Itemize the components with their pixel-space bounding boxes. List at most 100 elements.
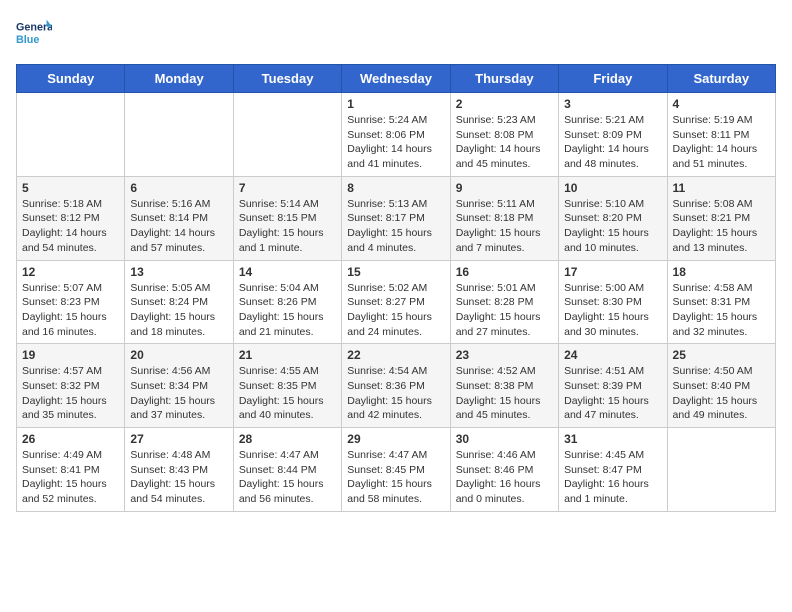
calendar-cell: 28 Sunrise: 4:47 AMSunset: 8:44 PMDayligh… — [233, 428, 341, 512]
calendar-cell: 20 Sunrise: 4:56 AMSunset: 8:34 PMDayligh… — [125, 344, 233, 428]
calendar-cell: 1 Sunrise: 5:24 AMSunset: 8:06 PMDaylight… — [342, 93, 450, 177]
day-number: 13 — [130, 265, 227, 279]
day-number: 28 — [239, 432, 336, 446]
cell-info: Sunrise: 5:18 AMSunset: 8:12 PMDaylight:… — [22, 197, 119, 256]
day-number: 18 — [673, 265, 770, 279]
calendar-cell: 12 Sunrise: 5:07 AMSunset: 8:23 PMDayligh… — [17, 260, 125, 344]
cell-info: Sunrise: 5:14 AMSunset: 8:15 PMDaylight:… — [239, 197, 336, 256]
calendar-cell: 24 Sunrise: 4:51 AMSunset: 8:39 PMDayligh… — [559, 344, 667, 428]
day-number: 16 — [456, 265, 553, 279]
col-header-saturday: Saturday — [667, 65, 775, 93]
day-number: 24 — [564, 348, 661, 362]
day-number: 4 — [673, 97, 770, 111]
cell-info: Sunrise: 5:05 AMSunset: 8:24 PMDaylight:… — [130, 281, 227, 340]
cell-info: Sunrise: 4:46 AMSunset: 8:46 PMDaylight:… — [456, 448, 553, 507]
calendar-cell: 11Sunrise: 5:08 AMSunset: 8:21 PMDayligh… — [667, 176, 775, 260]
day-number: 25 — [673, 348, 770, 362]
week-row-4: 19 Sunrise: 4:57 AMSunset: 8:32 PMDayligh… — [17, 344, 776, 428]
calendar-cell: 6 Sunrise: 5:16 AMSunset: 8:14 PMDaylight… — [125, 176, 233, 260]
cell-info: Sunrise: 4:52 AMSunset: 8:38 PMDaylight:… — [456, 364, 553, 423]
calendar-cell: 18 Sunrise: 4:58 AMSunset: 8:31 PMDayligh… — [667, 260, 775, 344]
cell-info: Sunrise: 4:45 AMSunset: 8:47 PMDaylight:… — [564, 448, 661, 507]
cell-info: Sunrise: 5:16 AMSunset: 8:14 PMDaylight:… — [130, 197, 227, 256]
calendar-cell: 16Sunrise: 5:01 AMSunset: 8:28 PMDayligh… — [450, 260, 558, 344]
day-number: 22 — [347, 348, 444, 362]
calendar-cell: 10 Sunrise: 5:10 AMSunset: 8:20 PMDayligh… — [559, 176, 667, 260]
cell-info: Sunrise: 5:00 AMSunset: 8:30 PMDaylight:… — [564, 281, 661, 340]
cell-info: Sunrise: 4:58 AMSunset: 8:31 PMDaylight:… — [673, 281, 770, 340]
day-number: 9 — [456, 181, 553, 195]
day-number: 2 — [456, 97, 553, 111]
cell-info: Sunrise: 5:24 AMSunset: 8:06 PMDaylight:… — [347, 113, 444, 172]
col-header-wednesday: Wednesday — [342, 65, 450, 93]
day-number: 6 — [130, 181, 227, 195]
cell-info: Sunrise: 4:50 AMSunset: 8:40 PMDaylight:… — [673, 364, 770, 423]
day-number: 15 — [347, 265, 444, 279]
week-row-2: 5Sunrise: 5:18 AMSunset: 8:12 PMDaylight… — [17, 176, 776, 260]
cell-info: Sunrise: 4:56 AMSunset: 8:34 PMDaylight:… — [130, 364, 227, 423]
day-number: 7 — [239, 181, 336, 195]
calendar-cell: 14Sunrise: 5:04 AMSunset: 8:26 PMDayligh… — [233, 260, 341, 344]
cell-info: Sunrise: 4:49 AMSunset: 8:41 PMDaylight:… — [22, 448, 119, 507]
calendar-cell — [125, 93, 233, 177]
calendar-cell: 27 Sunrise: 4:48 AMSunset: 8:43 PMDayligh… — [125, 428, 233, 512]
week-row-1: 1 Sunrise: 5:24 AMSunset: 8:06 PMDaylight… — [17, 93, 776, 177]
col-header-thursday: Thursday — [450, 65, 558, 93]
day-number: 31 — [564, 432, 661, 446]
day-number: 10 — [564, 181, 661, 195]
calendar-cell: 23 Sunrise: 4:52 AMSunset: 8:38 PMDayligh… — [450, 344, 558, 428]
col-header-monday: Monday — [125, 65, 233, 93]
calendar-cell: 17 Sunrise: 5:00 AMSunset: 8:30 PMDayligh… — [559, 260, 667, 344]
svg-text:Blue: Blue — [16, 34, 39, 46]
day-number: 19 — [22, 348, 119, 362]
calendar-cell: 8Sunrise: 5:13 AMSunset: 8:17 PMDaylight… — [342, 176, 450, 260]
calendar-cell — [667, 428, 775, 512]
logo-icon: General Blue — [16, 16, 52, 52]
day-number: 29 — [347, 432, 444, 446]
calendar-cell: 21 Sunrise: 4:55 AMSunset: 8:35 PMDayligh… — [233, 344, 341, 428]
day-number: 11 — [673, 181, 770, 195]
calendar-cell: 9Sunrise: 5:11 AMSunset: 8:18 PMDaylight… — [450, 176, 558, 260]
page-header: General Blue — [16, 16, 776, 52]
day-number: 20 — [130, 348, 227, 362]
day-number: 23 — [456, 348, 553, 362]
calendar-cell: 25 Sunrise: 4:50 AMSunset: 8:40 PMDayligh… — [667, 344, 775, 428]
cell-info: Sunrise: 4:55 AMSunset: 8:35 PMDaylight:… — [239, 364, 336, 423]
day-number: 30 — [456, 432, 553, 446]
cell-info: Sunrise: 5:02 AMSunset: 8:27 PMDaylight:… — [347, 281, 444, 340]
day-number: 27 — [130, 432, 227, 446]
calendar-cell: 7 Sunrise: 5:14 AMSunset: 8:15 PMDaylight… — [233, 176, 341, 260]
cell-info: Sunrise: 4:51 AMSunset: 8:39 PMDaylight:… — [564, 364, 661, 423]
cell-info: Sunrise: 4:47 AMSunset: 8:44 PMDaylight:… — [239, 448, 336, 507]
day-number: 12 — [22, 265, 119, 279]
calendar-cell: 31 Sunrise: 4:45 AMSunset: 8:47 PMDayligh… — [559, 428, 667, 512]
day-number: 26 — [22, 432, 119, 446]
cell-info: Sunrise: 5:10 AMSunset: 8:20 PMDaylight:… — [564, 197, 661, 256]
calendar-cell: 13 Sunrise: 5:05 AMSunset: 8:24 PMDayligh… — [125, 260, 233, 344]
cell-info: Sunrise: 4:48 AMSunset: 8:43 PMDaylight:… — [130, 448, 227, 507]
calendar-cell: 22 Sunrise: 4:54 AMSunset: 8:36 PMDayligh… — [342, 344, 450, 428]
calendar-cell: 26 Sunrise: 4:49 AMSunset: 8:41 PMDayligh… — [17, 428, 125, 512]
day-number: 17 — [564, 265, 661, 279]
calendar-cell — [17, 93, 125, 177]
cell-info: Sunrise: 5:21 AMSunset: 8:09 PMDaylight:… — [564, 113, 661, 172]
cell-info: Sunrise: 4:57 AMSunset: 8:32 PMDaylight:… — [22, 364, 119, 423]
calendar-cell: 4Sunrise: 5:19 AMSunset: 8:11 PMDaylight… — [667, 93, 775, 177]
calendar-cell: 15 Sunrise: 5:02 AMSunset: 8:27 PMDayligh… — [342, 260, 450, 344]
logo: General Blue — [16, 16, 52, 52]
week-row-3: 12 Sunrise: 5:07 AMSunset: 8:23 PMDayligh… — [17, 260, 776, 344]
calendar-table: SundayMondayTuesdayWednesdayThursdayFrid… — [16, 64, 776, 512]
day-number: 14 — [239, 265, 336, 279]
cell-info: Sunrise: 5:07 AMSunset: 8:23 PMDaylight:… — [22, 281, 119, 340]
calendar-cell — [233, 93, 341, 177]
day-number: 21 — [239, 348, 336, 362]
col-header-tuesday: Tuesday — [233, 65, 341, 93]
cell-info: Sunrise: 5:23 AMSunset: 8:08 PMDaylight:… — [456, 113, 553, 172]
day-number: 1 — [347, 97, 444, 111]
calendar-cell: 30 Sunrise: 4:46 AMSunset: 8:46 PMDayligh… — [450, 428, 558, 512]
calendar-cell: 29Sunrise: 4:47 AMSunset: 8:45 PMDayligh… — [342, 428, 450, 512]
cell-info: Sunrise: 5:13 AMSunset: 8:17 PMDaylight:… — [347, 197, 444, 256]
col-header-friday: Friday — [559, 65, 667, 93]
calendar-cell: 19 Sunrise: 4:57 AMSunset: 8:32 PMDayligh… — [17, 344, 125, 428]
cell-info: Sunrise: 4:54 AMSunset: 8:36 PMDaylight:… — [347, 364, 444, 423]
